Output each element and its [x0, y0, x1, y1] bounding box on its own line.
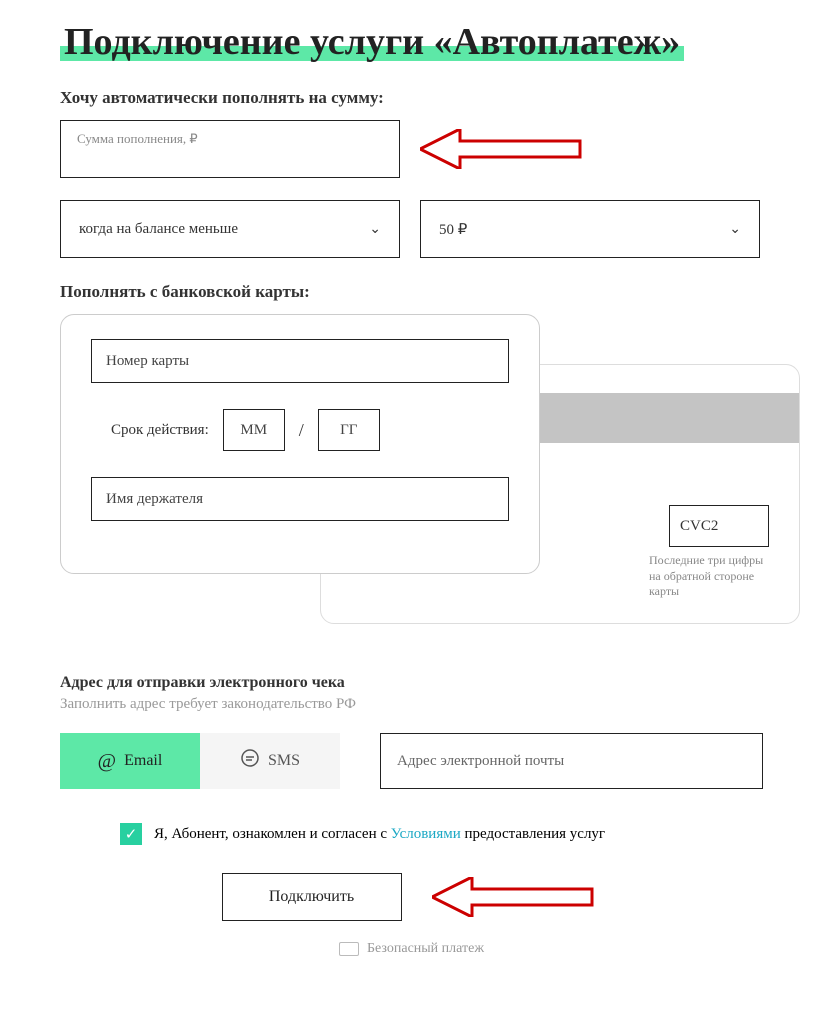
expiry-label: Срок действия:	[111, 422, 209, 439]
consent-checkbox[interactable]: ✓	[120, 823, 142, 845]
annotation-arrow-icon	[420, 129, 590, 169]
amount-input[interactable]: Сумма пополнения, ₽	[60, 120, 400, 178]
threshold-select-label: 50 ₽	[439, 220, 467, 239]
chat-icon	[240, 748, 260, 774]
tab-sms-label: SMS	[268, 752, 300, 770]
receipt-hint: Заполнить адрес требует законодательство…	[60, 696, 763, 713]
secure-card-icon	[339, 942, 359, 956]
amount-label: Хочу автоматически пополнять на сумму:	[60, 88, 763, 108]
threshold-select[interactable]: 50 ₽ ⌄	[420, 200, 760, 258]
at-icon: @	[98, 750, 116, 773]
tab-sms[interactable]: SMS	[200, 733, 340, 789]
page-title: Подключение услуги «Автоплатеж»	[60, 20, 763, 64]
receipt-label: Адрес для отправки электронного чека	[60, 674, 763, 692]
cvc-input[interactable]: CVC2	[669, 505, 769, 547]
cvc-hint: Последние три цифры на обратной стороне …	[649, 553, 769, 600]
annotation-arrow-icon	[432, 877, 602, 917]
condition-select-label: когда на балансе меньше	[79, 221, 238, 238]
expiry-year-input[interactable]: ГГ	[318, 409, 380, 451]
card-front: Номер карты Срок действия: ММ / ГГ Имя д…	[60, 314, 540, 574]
chevron-down-icon: ⌄	[369, 221, 381, 238]
tab-email[interactable]: @ Email	[60, 733, 200, 789]
chevron-down-icon: ⌄	[729, 221, 741, 238]
card-number-input[interactable]: Номер карты	[91, 339, 509, 383]
card-holder-input[interactable]: Имя держателя	[91, 477, 509, 521]
submit-button[interactable]: Подключить	[222, 873, 402, 921]
email-input[interactable]: Адрес электронной почты	[380, 733, 763, 789]
terms-link[interactable]: Условиями	[391, 826, 461, 842]
condition-select[interactable]: когда на балансе меньше ⌄	[60, 200, 400, 258]
expiry-separator: /	[299, 420, 304, 441]
consent-text: Я, Абонент, ознакомлен и согласен с Усло…	[154, 826, 605, 843]
secure-label: Безопасный платеж	[367, 941, 484, 957]
expiry-month-input[interactable]: ММ	[223, 409, 285, 451]
card-section-label: Пополнять с банковской карты:	[60, 282, 763, 302]
tab-email-label: Email	[124, 752, 162, 770]
contact-tabs: @ Email SMS	[60, 733, 340, 789]
